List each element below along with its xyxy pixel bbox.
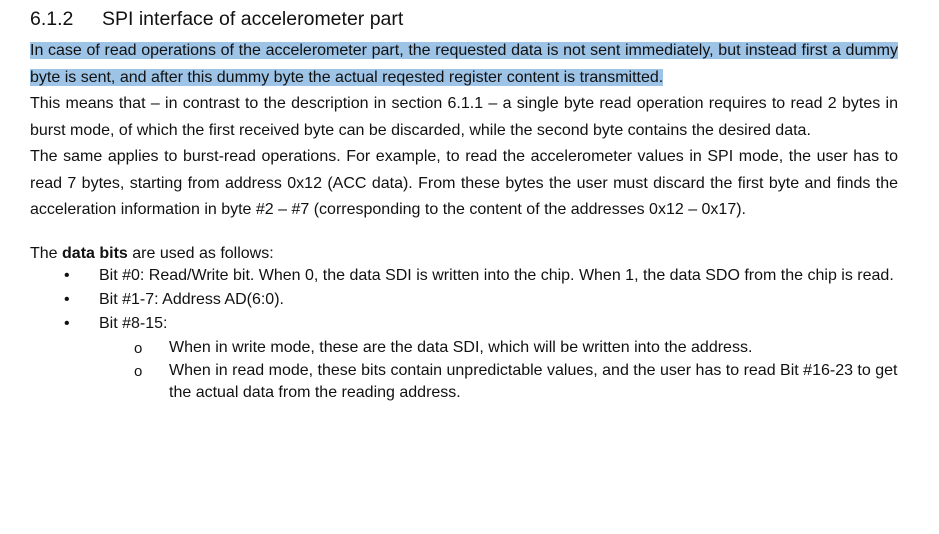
- data-bits-intro-prefix: The: [30, 244, 63, 262]
- data-bits-list: • Bit #0: Read/Write bit. When 0, the da…: [30, 265, 898, 335]
- section-number: 6.1.2: [30, 8, 74, 30]
- data-bits-intro: The data bits are used as follows:: [30, 243, 898, 265]
- paragraph-burst-read: The same applies to burst-read operation…: [30, 148, 898, 218]
- list-item: • Bit #1-7: Address AD(6:0).: [30, 289, 898, 311]
- data-bits-intro-suffix: are used as follows:: [127, 244, 274, 262]
- bullet-icon: •: [64, 266, 70, 284]
- list-item-text: Bit #0: Read/Write bit. When 0, the data…: [99, 266, 894, 284]
- data-bits-sublist: o When in write mode, these are the data…: [30, 337, 898, 404]
- bullet-icon: •: [64, 290, 70, 308]
- sub-list-item-text: When in write mode, these are the data S…: [169, 338, 753, 356]
- list-item-text: Bit #8-15:: [99, 314, 168, 332]
- circle-bullet-icon: o: [134, 362, 143, 380]
- paragraph-single-byte-read: This means that – in contrast to the des…: [30, 95, 898, 139]
- sub-list-item-text: When in read mode, these bits contain un…: [169, 361, 898, 401]
- highlighted-paragraph[interactable]: In case of read operations of the accele…: [30, 38, 898, 91]
- list-item: • Bit #8-15:: [30, 313, 898, 335]
- bullet-icon: •: [64, 314, 70, 332]
- document-page: 6.1.2 SPI interface of accelerometer part…: [30, 6, 898, 405]
- section-title: SPI interface of accelerometer part: [102, 8, 404, 30]
- section-heading: 6.1.2 SPI interface of accelerometer part: [30, 6, 898, 32]
- sub-list-item: o When in write mode, these are the data…: [30, 337, 898, 359]
- list-item-text: Bit #1-7: Address AD(6:0).: [99, 290, 284, 308]
- circle-bullet-icon: o: [134, 339, 143, 357]
- selected-text[interactable]: In case of read operations of the accele…: [30, 42, 898, 86]
- list-item: • Bit #0: Read/Write bit. When 0, the da…: [30, 265, 898, 287]
- sub-list-item: o When in read mode, these bits contain …: [30, 360, 898, 404]
- data-bits-term: data bits: [62, 244, 128, 262]
